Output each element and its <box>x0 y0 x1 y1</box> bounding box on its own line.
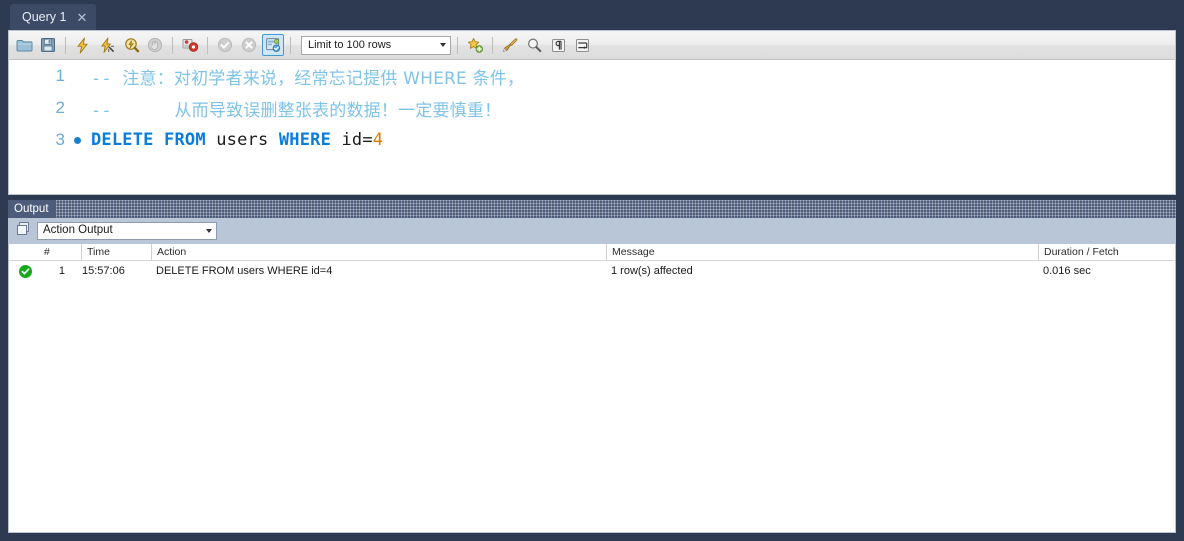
toggle-autocommit-icon[interactable] <box>262 34 284 56</box>
open-sql-script-icon[interactable] <box>13 34 35 56</box>
line-number: 3 <box>55 130 65 149</box>
rollback-transaction-icon[interactable] <box>238 34 260 56</box>
query-tab-strip: Query 1 ✕ <box>0 0 1184 30</box>
row-limit-select[interactable]: Limit to 100 rows <box>301 35 451 55</box>
output-toolbar: Action Output <box>9 218 1175 244</box>
toggle-invisible-chars-icon[interactable] <box>547 34 569 56</box>
code-line-text: -- 从而导致误删整张表的数据！一定要慎重！ <box>91 96 501 121</box>
column-header-message[interactable]: Message <box>606 244 1038 260</box>
tab-query-1[interactable]: Query 1 ✕ <box>10 4 97 30</box>
close-icon[interactable]: ✕ <box>76 11 87 24</box>
output-panel-body: Action Output # Time Action Message Dura… <box>8 218 1176 533</box>
code-line: 3 DELETE FROM users WHERE id=4 <box>9 124 1175 156</box>
toggle-stop-on-error-icon[interactable] <box>179 34 201 56</box>
sql-operator-token: = <box>362 130 373 150</box>
cell-action: DELETE FROM users WHERE id=4 <box>156 265 333 277</box>
code-line: 1 -- 注意：对初学者来说，经常忘记提供 WHERE 条件， <box>9 60 1175 92</box>
tab-query-1-label: Query 1 <box>22 9 67 24</box>
toolbar-separator <box>65 36 66 54</box>
column-header-num[interactable]: # <box>39 244 69 260</box>
sql-keyword-token: WHERE <box>278 130 342 150</box>
toolbar-separator <box>492 36 493 54</box>
sql-comment-cjk-token: 注意：对初学者来说，经常忘记提供 WHERE 条件， <box>122 68 525 89</box>
output-pane: Output Action Output # Time Action Messa… <box>8 200 1176 533</box>
toolbar-separator <box>290 36 291 54</box>
cell-duration: 0.016 sec <box>1043 265 1091 277</box>
execute-current-statement-icon[interactable] <box>96 34 118 56</box>
row-limit-label: Limit to 100 rows <box>308 38 392 51</box>
cell-message: 1 row(s) affected <box>611 265 693 277</box>
output-panel-header: Output <box>8 200 1176 218</box>
explain-statement-icon[interactable] <box>120 34 142 56</box>
column-header-duration[interactable]: Duration / Fetch <box>1038 244 1175 260</box>
output-view-select[interactable]: Action Output <box>37 222 217 240</box>
action-output-grid[interactable]: # Time Action Message Duration / Fetch 1 <box>9 244 1175 531</box>
table-row[interactable]: 1 15:57:06 DELETE FROM users WHERE id=4 … <box>9 261 1175 282</box>
sql-comment-token: -- <box>91 100 175 121</box>
line-number: 2 <box>55 98 65 117</box>
mysql-workbench-window: Query 1 ✕ Limit to 100 rows 1 -- 注意：对初学者… <box>0 0 1184 541</box>
action-output-grid-header: # Time Action Message Duration / Fetch <box>9 244 1175 261</box>
column-header-action[interactable]: Action <box>151 244 606 260</box>
toggle-wrapping-icon[interactable] <box>571 34 593 56</box>
output-view-stack-icon[interactable] <box>15 221 31 242</box>
toolbar-separator <box>207 36 208 54</box>
current-statement-dot-icon <box>74 136 81 144</box>
beautify-sql-icon[interactable] <box>499 34 521 56</box>
output-panel-title: Output <box>8 200 56 218</box>
sql-number-token: 4 <box>372 130 384 150</box>
sql-comment-cjk-token: 从而导致误删整张表的数据！一定要慎重！ <box>174 100 502 121</box>
line-number: 1 <box>55 66 65 85</box>
find-icon[interactable] <box>523 34 545 56</box>
cell-num: 1 <box>58 265 65 277</box>
sql-editor-toolbar: Limit to 100 rows <box>9 31 1175 60</box>
code-line-text: -- 注意：对初学者来说，经常忘记提供 WHERE 条件， <box>91 64 524 89</box>
column-header-time[interactable]: Time <box>81 244 151 260</box>
sql-identifier-token: users <box>216 130 279 150</box>
save-snippet-icon[interactable] <box>464 34 486 56</box>
code-line-text: DELETE FROM users WHERE id=4 <box>91 130 383 150</box>
sql-code-area[interactable]: 1 -- 注意：对初学者来说，经常忘记提供 WHERE 条件， 2 -- 从而导… <box>9 60 1175 194</box>
toolbar-separator <box>457 36 458 54</box>
sql-editor-pane: Limit to 100 rows 1 -- 注意：对初学者来说，经常忘记提供 … <box>8 30 1176 195</box>
stop-execution-icon[interactable] <box>144 34 166 56</box>
chevron-down-icon[interactable] <box>206 229 212 233</box>
query-editor-frame: Limit to 100 rows 1 -- 注意：对初学者来说，经常忘记提供 … <box>8 30 1176 533</box>
sql-comment-token: -- <box>91 68 123 89</box>
save-script-icon[interactable] <box>37 34 59 56</box>
cell-time: 15:57:06 <box>82 265 125 277</box>
check-circle-icon <box>19 265 32 278</box>
sql-identifier-token: id <box>341 130 363 150</box>
execute-statement-icon[interactable] <box>72 34 94 56</box>
code-line: 2 -- 从而导致误删整张表的数据！一定要慎重！ <box>9 92 1175 124</box>
commit-transaction-icon[interactable] <box>214 34 236 56</box>
statement-marker <box>71 136 91 144</box>
chevron-down-icon[interactable] <box>440 43 446 47</box>
sql-keyword-token: DELETE FROM <box>91 130 217 150</box>
output-view-select-value: Action Output <box>43 224 113 237</box>
toolbar-separator <box>172 36 173 54</box>
